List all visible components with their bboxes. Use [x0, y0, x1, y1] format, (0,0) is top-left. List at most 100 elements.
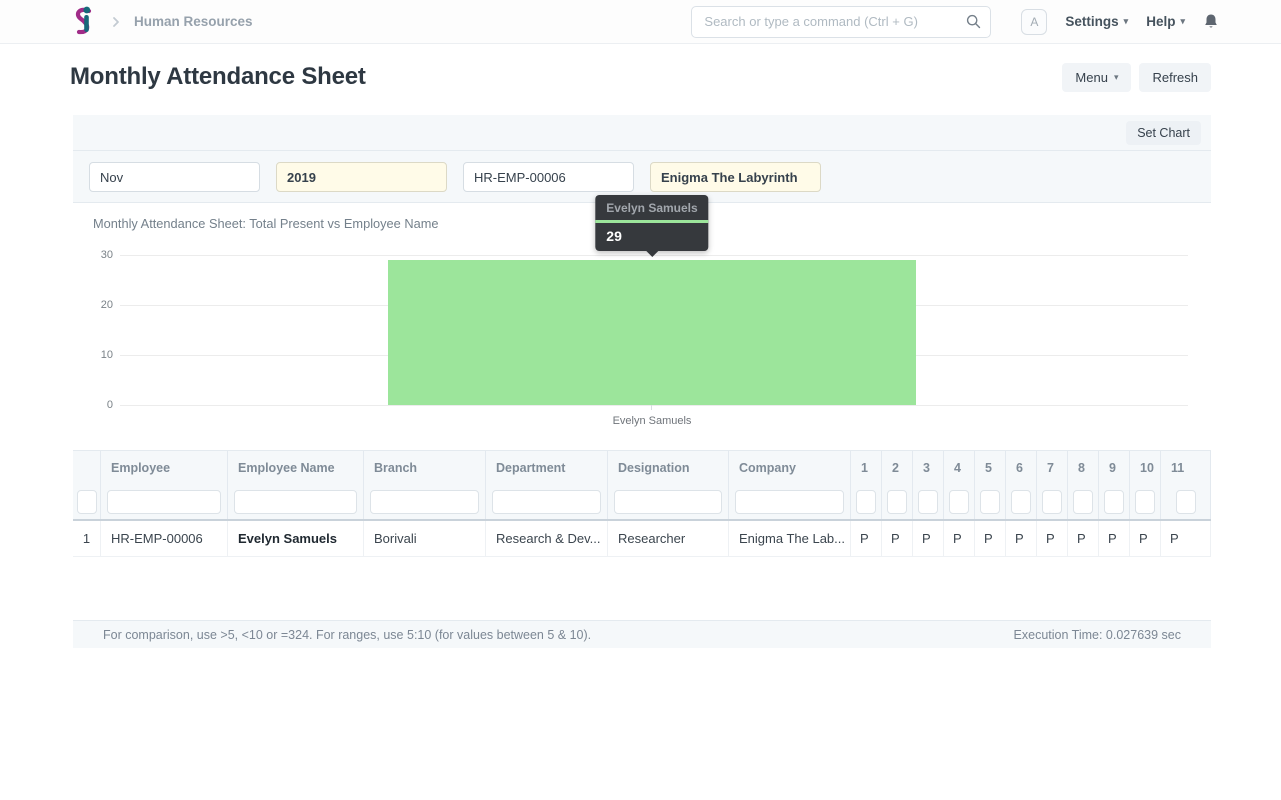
column-filter-12-input[interactable] — [1011, 489, 1031, 514]
report-footer: For comparison, use >5, <10 or =324. For… — [73, 620, 1211, 648]
column-filter-14-input[interactable] — [1073, 489, 1093, 514]
column-filter-9-input[interactable] — [918, 489, 938, 514]
column-filter-3-input[interactable] — [370, 489, 479, 514]
column-filter-5-input[interactable] — [614, 489, 722, 514]
table-header-department[interactable]: Department — [486, 451, 608, 484]
column-filter-11-input[interactable] — [980, 489, 1000, 514]
column-filter-5 — [608, 484, 729, 519]
column-filter-15-input[interactable] — [1104, 489, 1124, 514]
chevron-right-icon — [110, 16, 122, 28]
column-filter-10 — [944, 484, 975, 519]
column-filter-6-input[interactable] — [735, 489, 844, 514]
column-filter-12 — [1006, 484, 1037, 519]
table-header-1[interactable]: 1 — [851, 451, 882, 484]
column-filter-17-input[interactable] — [1175, 489, 1196, 514]
table-cell[interactable]: P — [1099, 521, 1130, 556]
avatar[interactable]: A — [1021, 8, 1048, 35]
column-filter-4-input[interactable] — [492, 489, 601, 514]
column-filter-8-input[interactable] — [887, 489, 907, 514]
table-header-designation[interactable]: Designation — [608, 451, 729, 484]
column-filter-11 — [975, 484, 1006, 519]
table-cell[interactable]: P — [1037, 521, 1068, 556]
table-header-employee-name[interactable]: Employee Name — [228, 451, 364, 484]
column-filter-4 — [486, 484, 608, 519]
column-filter-13 — [1037, 484, 1068, 519]
attendance-chart: Monthly Attendance Sheet: Total Present … — [73, 195, 1211, 450]
notifications-bell-icon[interactable] — [1203, 13, 1219, 30]
column-filter-13-input[interactable] — [1042, 489, 1062, 514]
table-header-2[interactable]: 2 — [882, 451, 913, 484]
table-header-employee[interactable]: Employee — [101, 451, 228, 484]
table-cell[interactable]: P — [944, 521, 975, 556]
x-tick — [651, 405, 652, 410]
table-cell[interactable]: Borivali — [364, 521, 486, 556]
y-tick-label: 30 — [100, 249, 113, 261]
table-header-5[interactable]: 5 — [975, 451, 1006, 484]
table-header-6[interactable]: 6 — [1006, 451, 1037, 484]
report-filter-input-0[interactable] — [89, 162, 260, 192]
table-cell[interactable]: P — [913, 521, 944, 556]
tooltip-label: Evelyn Samuels — [606, 201, 698, 215]
menu-button[interactable]: Menu ▾ — [1062, 62, 1132, 92]
set-chart-button[interactable]: Set Chart — [1126, 120, 1201, 145]
table-cell[interactable]: Enigma The Lab... — [729, 521, 851, 556]
table-cell[interactable]: P — [1068, 521, 1099, 556]
table-cell[interactable]: P — [1161, 521, 1211, 556]
column-filter-7-input[interactable] — [856, 489, 876, 514]
table-header-branch[interactable]: Branch — [364, 451, 486, 484]
report-filter-input-3[interactable] — [650, 162, 821, 192]
table-cell[interactable]: Research & Dev... — [486, 521, 608, 556]
report-toolbar: Set Chart — [73, 115, 1211, 150]
column-filter-15 — [1099, 484, 1130, 519]
table-header-10[interactable]: 10 — [1130, 451, 1161, 484]
table-header-3[interactable]: 3 — [913, 451, 944, 484]
table-cell[interactable]: P — [1130, 521, 1161, 556]
report-filter-input-2[interactable] — [463, 162, 634, 192]
column-filter-6 — [729, 484, 851, 519]
refresh-button[interactable]: Refresh — [1139, 62, 1211, 92]
settings-menu[interactable]: Settings ▾ — [1065, 14, 1128, 29]
gridline — [120, 405, 1188, 406]
table-header-8[interactable]: 8 — [1068, 451, 1099, 484]
column-filter-3 — [364, 484, 486, 519]
x-axis-label: Evelyn Samuels — [612, 415, 692, 427]
search-input[interactable] — [691, 5, 992, 38]
bar-evelyn-samuels[interactable] — [388, 260, 916, 405]
help-menu[interactable]: Help ▾ — [1146, 14, 1185, 29]
execution-time: Execution Time: 0.027639 sec — [1013, 627, 1181, 642]
table-cell[interactable]: Evelyn Samuels — [228, 521, 364, 556]
table-header-company[interactable]: Company — [729, 451, 851, 484]
table-header-7[interactable]: 7 — [1037, 451, 1068, 484]
table-cell[interactable]: Researcher — [608, 521, 729, 556]
table-cell[interactable]: P — [882, 521, 913, 556]
table-header-row: Employee Employee Name Branch Department Des… — [73, 450, 1211, 484]
chevron-down-icon: ▾ — [1180, 16, 1185, 26]
table-cell[interactable]: P — [851, 521, 882, 556]
table-header-9[interactable]: 9 — [1099, 451, 1130, 484]
table-cell[interactable]: P — [975, 521, 1006, 556]
app-logo-icon[interactable] — [70, 5, 98, 38]
table-cell[interactable]: P — [1006, 521, 1037, 556]
table-header-4[interactable]: 4 — [944, 451, 975, 484]
column-filter-16-input[interactable] — [1135, 489, 1155, 514]
column-filter-16 — [1130, 484, 1161, 519]
page-title: Monthly Attendance Sheet — [70, 63, 366, 90]
global-search — [691, 5, 992, 38]
column-filter-index — [73, 484, 101, 519]
table-row[interactable]: 1 HR-EMP-00006 Evelyn Samuels Borivali Resea… — [73, 521, 1211, 557]
table-body: 1 HR-EMP-00006 Evelyn Samuels Borivali Resea… — [73, 521, 1211, 557]
column-filter-1-input[interactable] — [107, 489, 221, 514]
report-filter-input-1[interactable] — [276, 162, 447, 192]
column-filter-9 — [913, 484, 944, 519]
tooltip-arrow — [645, 251, 658, 257]
y-tick-label: 0 — [106, 399, 113, 411]
column-filter-2-input[interactable] — [234, 489, 357, 514]
column-filter-10-input[interactable] — [949, 489, 969, 514]
table-header-11[interactable]: 11 — [1161, 451, 1211, 484]
y-tick-label: 20 — [100, 299, 113, 311]
column-filter-index-input[interactable] — [76, 489, 97, 514]
breadcrumb[interactable]: Human Resources — [134, 14, 253, 29]
report-container: Set Chart Monthly Attendance Sheet: Tota… — [73, 115, 1211, 648]
table-cell[interactable]: HR-EMP-00006 — [101, 521, 228, 556]
y-tick-label: 10 — [100, 349, 113, 361]
